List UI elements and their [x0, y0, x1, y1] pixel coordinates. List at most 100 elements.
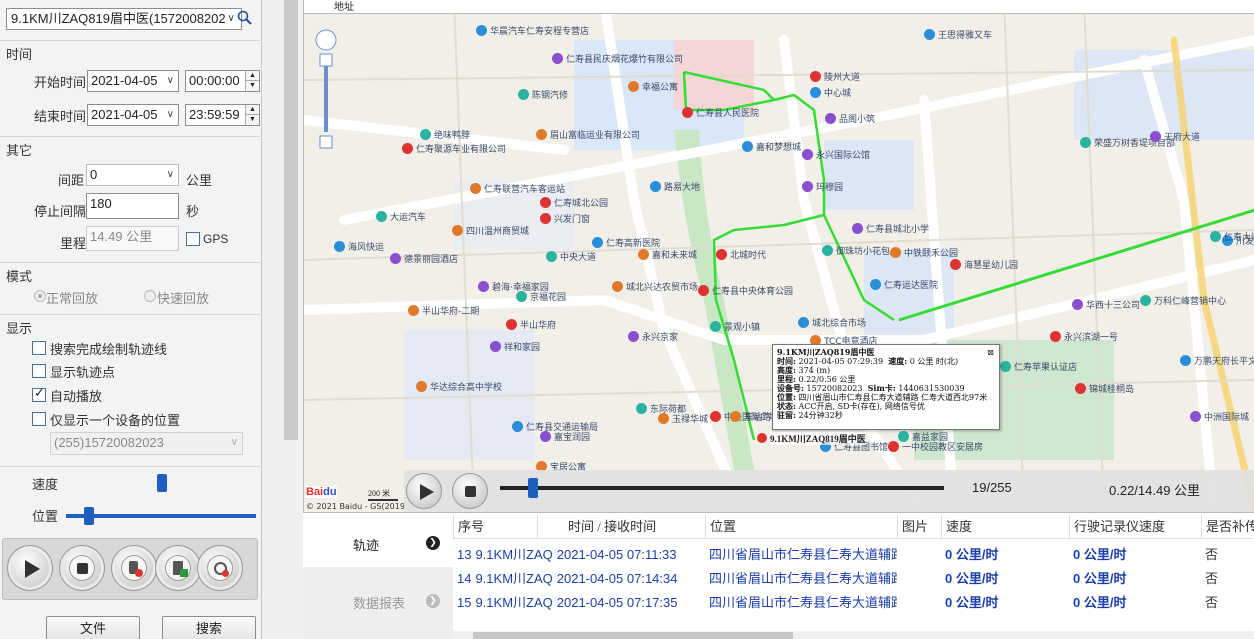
poi-label[interactable]: 景观小镇 [724, 320, 760, 333]
poi-marker-icon[interactable] [452, 225, 463, 236]
poi-marker-icon[interactable] [592, 237, 603, 248]
poi-label[interactable]: 玛穆园 [816, 180, 843, 193]
poi-label[interactable]: 永兴国际公馆 [816, 148, 870, 161]
poi-marker-icon[interactable] [478, 281, 489, 292]
position-slider-thumb[interactable] [84, 507, 94, 525]
poi-label[interactable]: 王思得雅又车 [938, 28, 992, 41]
spin-up-icon[interactable]: ▲ [246, 71, 259, 81]
poi-marker-icon[interactable] [1140, 295, 1151, 306]
poi-marker-icon[interactable] [420, 129, 431, 140]
stop-interval-input[interactable]: 180 [86, 193, 179, 219]
poi-marker-icon[interactable] [710, 411, 721, 422]
poi-marker-icon[interactable] [476, 25, 487, 36]
poi-label[interactable]: 仁寿县人民医院 [696, 106, 759, 119]
mode-fast-radio[interactable] [144, 290, 156, 302]
spin-down-icon[interactable]: ▼ [246, 115, 259, 125]
map-stop-button[interactable] [452, 473, 488, 509]
poi-label[interactable]: 城北兴达农贸市场 [626, 280, 698, 293]
poi-label[interactable]: 京福花园 [530, 290, 566, 303]
poi-label[interactable]: 仁寿大道 [1224, 230, 1254, 243]
poi-label[interactable]: 嘉宝润园 [554, 430, 590, 443]
poi-marker-icon[interactable] [888, 441, 899, 452]
poi-label[interactable]: 仁寿聚源车业有限公司 [416, 142, 506, 155]
poi-marker-icon[interactable] [822, 245, 833, 256]
poi-marker-icon[interactable] [636, 403, 647, 414]
poi-label[interactable]: 绝味鸭脖 [434, 128, 470, 141]
col-resend[interactable]: 是否补传 [1201, 515, 1254, 539]
poi-marker-icon[interactable] [1075, 383, 1086, 394]
poi-label[interactable]: 永兴京家 [642, 330, 678, 343]
poi-label[interactable]: 四川温州商贸城 [466, 224, 529, 237]
poi-marker-icon[interactable] [802, 149, 813, 160]
start-date-picker[interactable]: 2021-04-05 ∨ [87, 70, 179, 92]
single-device-select[interactable]: (255)15720082023 ∨ [50, 432, 243, 455]
poi-label[interactable]: 祥和家园 [504, 340, 540, 353]
poi-marker-icon[interactable] [1150, 131, 1161, 142]
map-view[interactable]: 地址 华晨汽车仁寿安程专营店 仁寿县民庆烟花爆竹有限公司 陈钢汽修 幸福公寓 仁寿县人民… [303, 0, 1254, 512]
map-play-button[interactable] [406, 473, 442, 509]
spin-buttons[interactable]: ▲ ▼ [245, 71, 259, 91]
poi-marker-icon[interactable] [890, 247, 901, 258]
poi-marker-icon[interactable] [506, 319, 517, 330]
poi-label[interactable]: 仁寿运达医院 [884, 278, 938, 291]
poi-label[interactable]: 荣盛万树香堤项目部 [1094, 136, 1175, 149]
poi-label[interactable]: 城北综合市场 [812, 316, 866, 329]
poi-marker-icon[interactable] [490, 341, 501, 352]
poi-marker-icon[interactable] [540, 197, 551, 208]
poi-marker-icon[interactable] [334, 241, 345, 252]
poi-marker-icon[interactable] [810, 87, 821, 98]
spin-up-icon[interactable]: ▲ [246, 105, 259, 115]
poi-marker-icon[interactable] [658, 413, 669, 424]
poi-marker-icon[interactable] [650, 181, 661, 192]
poi-marker-icon[interactable] [1072, 299, 1083, 310]
poi-marker-icon[interactable] [1050, 331, 1061, 342]
spin-down-icon[interactable]: ▼ [246, 81, 259, 91]
poi-marker-icon[interactable] [638, 249, 649, 260]
start-time-stepper[interactable]: 00:00:00 ▲ ▼ [185, 70, 260, 92]
poi-label[interactable]: 永兴滨湖一号 [1064, 330, 1118, 343]
poi-label[interactable]: 嘉和未来城 [652, 248, 697, 261]
poi-marker-icon[interactable] [516, 291, 527, 302]
tab-track[interactable]: 轨迹 ❯ [303, 521, 453, 567]
poi-marker-icon[interactable] [730, 411, 741, 422]
interval-select[interactable]: 0 ∨ [86, 164, 179, 186]
position-slider[interactable] [66, 506, 256, 526]
spin-buttons[interactable]: ▲ ▼ [245, 105, 259, 125]
poi-label[interactable]: 仁寿县民庆烟花爆竹有限公司 [566, 52, 683, 65]
poi-marker-icon[interactable] [950, 259, 961, 270]
col-time[interactable]: 时间 / 接收时间 [537, 515, 705, 539]
end-time-stepper[interactable]: 23:59:59 ▲ ▼ [185, 104, 260, 126]
poi-label[interactable]: 玉禄华城 [672, 412, 708, 425]
table-row[interactable]: 14 9.1KM川ZAQ 2021-04-05 07:14:34 四川省眉山市仁寿县仁… [453, 567, 1254, 591]
settings-button[interactable] [197, 545, 243, 591]
table-row[interactable]: 15 9.1KM川ZAQ 2021-04-05 07:17:35 四川省眉山市仁寿县仁… [453, 591, 1254, 615]
poi-marker-icon[interactable] [924, 29, 935, 40]
col-position[interactable]: 位置 [705, 515, 897, 539]
poi-label[interactable]: 海风快运 [348, 240, 384, 253]
poi-marker-icon[interactable] [810, 71, 821, 82]
poi-marker-icon[interactable] [1190, 411, 1201, 422]
end-date-picker[interactable]: 2021-04-05 ∨ [87, 104, 179, 126]
scrollbar-thumb[interactable] [284, 0, 298, 440]
poi-label[interactable]: 仁寿城北公园 [554, 196, 608, 209]
poi-marker-icon[interactable] [518, 89, 529, 100]
poi-marker-icon[interactable] [552, 53, 563, 64]
file-button[interactable]: 文件 [46, 616, 140, 639]
clear-track-button[interactable] [111, 545, 157, 591]
poi-marker-icon[interactable] [710, 321, 721, 332]
poi-marker-icon[interactable] [390, 253, 401, 264]
poi-marker-icon[interactable] [536, 129, 547, 140]
poi-label[interactable]: 嘉和梦想城 [756, 140, 801, 153]
poi-label[interactable]: 中央大道 [560, 250, 596, 263]
stop-button[interactable] [59, 545, 105, 591]
poi-label[interactable]: 陵州大道 [824, 70, 860, 83]
poi-label[interactable]: 眉山富临运业有限公司 [550, 128, 640, 141]
poi-label[interactable]: 陈钢汽修 [532, 88, 568, 101]
poi-label[interactable]: 中洲国际城 [1204, 410, 1249, 423]
col-speed[interactable]: 速度 [941, 515, 1069, 539]
poi-label[interactable]: 路易大地 [664, 180, 700, 193]
poi-label[interactable]: 品阁小筑 [839, 112, 875, 125]
export-button[interactable] [155, 545, 201, 591]
poi-marker-icon[interactable] [470, 183, 481, 194]
poi-marker-icon[interactable] [416, 381, 427, 392]
